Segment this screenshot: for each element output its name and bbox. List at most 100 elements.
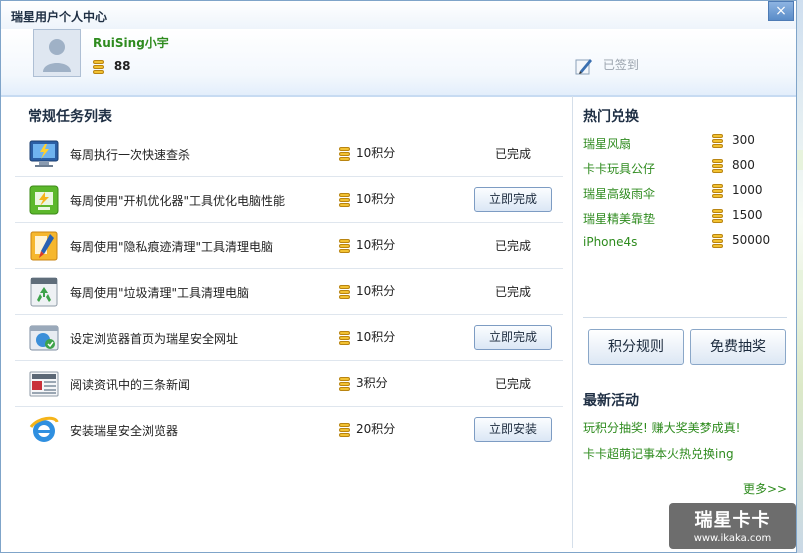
task-status: 已完成 (495, 239, 532, 253)
ie-browser-icon (29, 416, 59, 442)
task-points-value: 10积分 (356, 284, 396, 298)
watermark-url: www.ikaka.com (693, 533, 772, 544)
activity-link[interactable]: 卡卡超萌记事本火热兑换ing (583, 445, 734, 462)
task-points: 10积分 (333, 236, 395, 253)
default-avatar-icon (34, 30, 80, 76)
browser-home-icon (29, 325, 59, 351)
exchange-cost-value: 800 (732, 158, 755, 172)
exchange-item-cost: 300 (703, 133, 755, 148)
task-row: 阅读资讯中的三条新闻 3积分 已完成 (15, 361, 563, 407)
activity-link[interactable]: 玩积分抽奖! 赚大奖美梦成真! (583, 419, 740, 436)
coin-icon (339, 284, 350, 299)
exchange-item-name[interactable]: iPhone4s (583, 235, 637, 249)
exchange-item[interactable]: 瑞星精美靠垫 1500 (583, 207, 783, 227)
task-row: 每周使用"开机优化器"工具优化电脑性能 10积分 立即完成 (15, 177, 563, 223)
pen-icon (575, 58, 592, 74)
task-list-title: 常规任务列表 (28, 109, 112, 125)
task-points: 3积分 (333, 374, 388, 391)
monitor-scan-icon (29, 140, 59, 167)
coin-icon (712, 208, 723, 223)
task-row: 每周使用"垃圾清理"工具清理电脑 10积分 已完成 (15, 269, 563, 315)
complete-now-button[interactable]: 立即完成 (474, 325, 552, 350)
coin-icon (712, 233, 723, 248)
task-points-value: 3积分 (356, 376, 388, 390)
sign-in-status: 已签到 (575, 56, 639, 75)
exchange-cost-value: 1500 (732, 208, 763, 222)
task-name: 每周执行一次快速查杀 (70, 148, 191, 162)
coin-icon (712, 158, 723, 173)
sign-status-label: 已签到 (602, 58, 639, 72)
install-now-button[interactable]: 立即安装 (474, 417, 552, 442)
task-panel: 常规任务列表 每周执行一次快速查杀 10积分 已完成 每周使用"开机优化器"工具… (15, 96, 563, 546)
coin-icon (712, 133, 723, 148)
exchange-item[interactable]: 瑞星风扇 300 (583, 132, 783, 152)
coin-icon (339, 238, 350, 253)
task-row: 设定浏览器首页为瑞星安全网址 10积分 立即完成 (15, 315, 563, 361)
sidebar-divider (583, 317, 787, 318)
boot-optimizer-icon (29, 185, 59, 215)
exchange-item-cost: 1000 (703, 183, 763, 198)
coin-icon (339, 146, 350, 161)
task-points: 10积分 (333, 282, 395, 299)
exchange-item-name[interactable]: 瑞星高级雨伞 (583, 185, 655, 202)
latest-activity-title: 最新活动 (583, 393, 639, 409)
task-points: 10积分 (333, 190, 395, 207)
exchange-item-name[interactable]: 卡卡玩具公仔 (583, 160, 655, 177)
free-lottery-button[interactable]: 免费抽奖 (690, 329, 786, 365)
task-points-value: 10积分 (356, 330, 396, 344)
news-icon (29, 371, 59, 397)
exchange-cost-value: 50000 (732, 233, 771, 247)
exchange-item-cost: 50000 (703, 233, 770, 248)
task-points: 10积分 (333, 328, 395, 345)
task-points: 10积分 (333, 144, 395, 161)
task-name: 每周使用"垃圾清理"工具清理电脑 (70, 286, 250, 300)
task-status: 已完成 (495, 377, 532, 391)
complete-now-button[interactable]: 立即完成 (474, 187, 552, 212)
exchange-cost-value: 1000 (732, 183, 763, 197)
site-watermark: 瑞星卡卡 www.ikaka.com (669, 503, 796, 549)
exchange-item-name[interactable]: 瑞星精美靠垫 (583, 210, 655, 227)
points-rules-button[interactable]: 积分规则 (588, 329, 684, 365)
exchange-item-name[interactable]: 瑞星风扇 (583, 135, 631, 152)
user-header: RuiSing小宇 88 已签到 (1, 29, 796, 97)
background-edge (797, 0, 803, 553)
coin-icon (339, 192, 350, 207)
avatar[interactable] (33, 29, 81, 77)
exchange-item-cost: 800 (703, 158, 755, 173)
coin-icon (93, 59, 104, 74)
privacy-clean-icon (30, 231, 58, 261)
window-title: 瑞星用户个人中心 (11, 10, 108, 24)
recycle-icon (30, 277, 58, 307)
hot-exchange-title: 热门兑换 (583, 109, 639, 125)
points-value: 88 (113, 59, 131, 73)
coin-icon (339, 376, 350, 391)
task-points-value: 10积分 (356, 238, 396, 252)
task-name: 每周使用"隐私痕迹清理"工具清理电脑 (70, 240, 274, 254)
exchange-item[interactable]: 卡卡玩具公仔 800 (583, 157, 783, 177)
exchange-item-cost: 1500 (703, 208, 763, 223)
task-points-value: 10积分 (356, 146, 396, 160)
task-status: 已完成 (495, 147, 532, 161)
user-center-window: 瑞星用户个人中心 × RuiSing小宇 88 已签到 常规任务列表 每周执行一… (0, 0, 797, 553)
exchange-item[interactable]: 瑞星高级雨伞 1000 (583, 182, 783, 202)
close-button[interactable]: × (768, 1, 794, 21)
sidebar-panel: 热门兑换 瑞星风扇 300 卡卡玩具公仔 800 瑞星高级雨伞 1000 瑞星精… (573, 96, 796, 551)
task-name: 设定浏览器首页为瑞星安全网址 (70, 332, 239, 346)
coin-icon (339, 422, 350, 437)
watermark-brand: 瑞星卡卡 (694, 510, 771, 531)
coin-icon (339, 330, 350, 345)
task-name: 每周使用"开机优化器"工具优化电脑性能 (70, 194, 286, 208)
task-name: 阅读资讯中的三条新闻 (70, 378, 191, 392)
task-row: 每周执行一次快速查杀 10积分 已完成 (15, 131, 563, 177)
more-link[interactable]: 更多>> (743, 480, 787, 497)
task-row: 安装瑞星安全浏览器 20积分 立即安装 (15, 407, 563, 452)
user-points: 88 (93, 59, 131, 74)
task-row: 每周使用"隐私痕迹清理"工具清理电脑 10积分 已完成 (15, 223, 563, 269)
title-bar: 瑞星用户个人中心 × (1, 1, 796, 29)
username: RuiSing小宇 (93, 36, 169, 50)
task-status: 已完成 (495, 285, 532, 299)
exchange-item[interactable]: iPhone4s 50000 (583, 232, 783, 252)
task-points-value: 10积分 (356, 192, 396, 206)
exchange-cost-value: 300 (732, 133, 755, 147)
task-points-value: 20积分 (356, 422, 396, 436)
